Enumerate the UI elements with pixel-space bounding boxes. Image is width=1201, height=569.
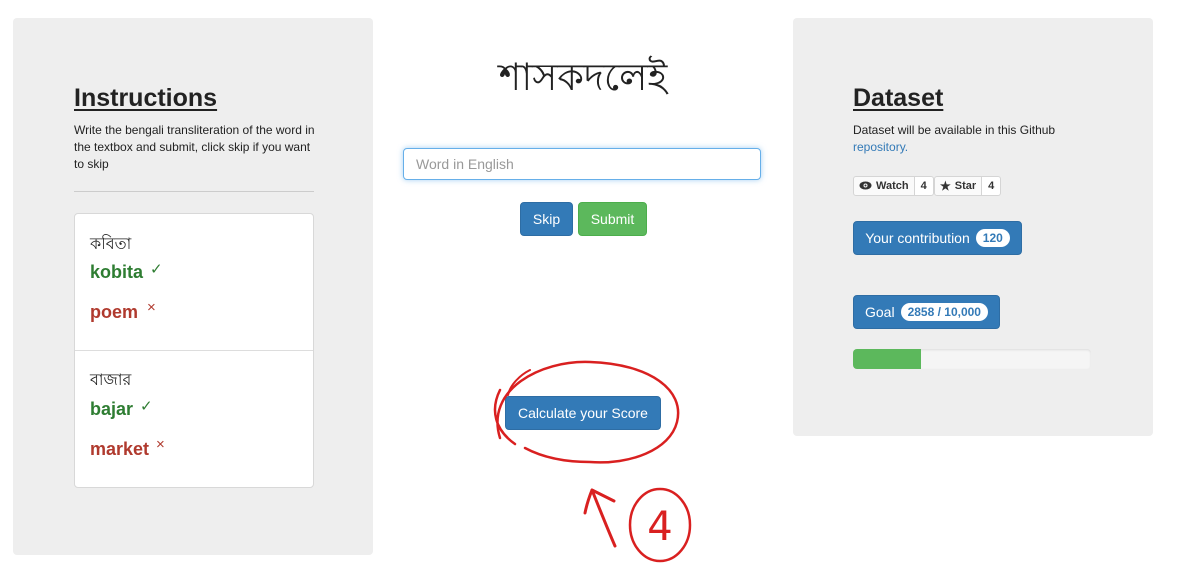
- transliteration-input[interactable]: [403, 148, 761, 180]
- your-contribution-button[interactable]: Your contribution 120: [853, 221, 1022, 255]
- star-count[interactable]: 4: [982, 176, 1002, 196]
- annotation-number: 4: [647, 504, 672, 550]
- skip-button[interactable]: Skip: [520, 202, 573, 236]
- examples-list: কবিতা kobita ✓ poem × বাজার bajar ✓ mark…: [74, 213, 314, 488]
- goal-button[interactable]: Goal 2858 / 10,000: [853, 295, 1000, 329]
- red-annotation-circle: 4: [493, 360, 692, 563]
- dataset-description: Dataset will be available in this Github: [853, 123, 1056, 137]
- dataset-text: Dataset will be available in this Github…: [853, 122, 1093, 156]
- dataset-title: Dataset: [853, 84, 944, 112]
- example-correct-answer: kobita: [90, 262, 144, 282]
- example-bengali-word: বাজার: [90, 370, 132, 389]
- dataset-panel: Dataset Dataset will be available in thi…: [793, 18, 1153, 436]
- eye-icon: [859, 179, 872, 193]
- goal-progress-bar: [853, 349, 1091, 369]
- goal-label: Goal: [865, 304, 895, 320]
- progress-fill: [853, 349, 922, 369]
- star-label: Star: [954, 180, 977, 192]
- example-bengali-word: কবিতা: [90, 234, 132, 253]
- bengali-word: শাসকদলেই: [498, 55, 668, 99]
- instructions-panel: Instructions Write the bengali translite…: [13, 18, 373, 555]
- instructions-title: Instructions: [74, 84, 218, 112]
- check-icon: ✓: [150, 261, 163, 278]
- example-correct-answer: bajar: [90, 399, 134, 419]
- goal-badge: 2858 / 10,000: [900, 303, 988, 321]
- watch-count[interactable]: 4: [914, 176, 934, 196]
- cross-icon: ×: [156, 436, 165, 453]
- submit-button[interactable]: Submit: [578, 202, 647, 236]
- example-item: কবিতা kobita ✓ poem ×: [75, 214, 313, 351]
- contribution-label: Your contribution: [865, 230, 970, 246]
- check-icon: ✓: [140, 398, 153, 415]
- example-wrong-answer: market: [90, 439, 150, 459]
- contribution-badge: 120: [975, 229, 1010, 247]
- example-wrong-answer: poem: [90, 302, 139, 322]
- example-item: বাজার bajar ✓ market ×: [75, 351, 313, 487]
- star-icon: ★: [940, 179, 951, 193]
- watch-label: Watch: [876, 180, 909, 192]
- repository-link[interactable]: repository.: [853, 140, 908, 154]
- cross-icon: ×: [147, 299, 156, 316]
- divider: [74, 191, 314, 192]
- github-star-button[interactable]: ★ Star 4: [934, 176, 1002, 196]
- instructions-text: Write the bengali transliteration of the…: [74, 123, 315, 171]
- github-watch-button[interactable]: Watch 4: [853, 176, 934, 196]
